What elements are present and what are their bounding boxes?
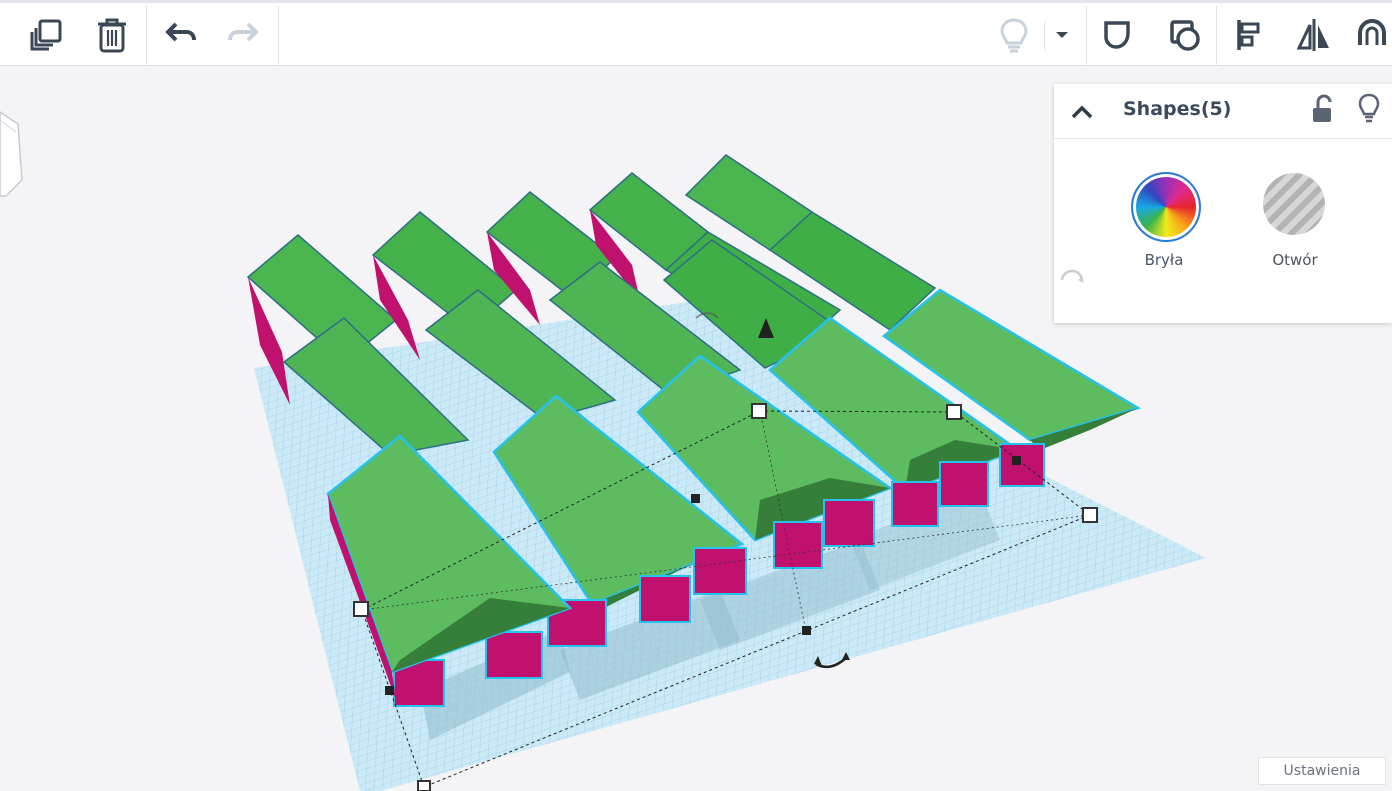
- toolbar-divider: [1086, 6, 1087, 66]
- toolbar-divider: [1216, 6, 1217, 66]
- magnet-icon[interactable]: [1352, 11, 1392, 59]
- shape-inspector-panel: Shapes(5) Bryła Otwór: [1054, 84, 1392, 323]
- unlock-icon[interactable]: [1310, 94, 1334, 126]
- chevron-down-icon[interactable]: [1040, 11, 1084, 59]
- mirror-icon[interactable]: [1290, 11, 1338, 59]
- hole-label: Otwór: [1272, 251, 1318, 269]
- settings-button[interactable]: Ustawienia: [1258, 757, 1386, 785]
- align-icon[interactable]: [1226, 11, 1274, 59]
- toolbar-divider: [278, 6, 279, 66]
- group-icon[interactable]: [1094, 11, 1142, 59]
- chevron-up-icon[interactable]: [1068, 98, 1096, 126]
- hole-swatch[interactable]: [1263, 173, 1325, 235]
- lightbulb-icon[interactable]: [990, 11, 1038, 59]
- lightbulb-icon[interactable]: [1356, 92, 1382, 126]
- solid-label: Bryła: [1144, 251, 1184, 269]
- toolbar-divider: [146, 6, 147, 66]
- undo-icon[interactable]: [156, 11, 204, 59]
- main-toolbar: [0, 0, 1392, 66]
- redo-icon[interactable]: [220, 11, 268, 59]
- panel-title: Shapes(5): [1123, 98, 1232, 120]
- view-cube[interactable]: [0, 111, 23, 197]
- panel-header: Shapes(5): [1054, 84, 1392, 139]
- ungroup-icon[interactable]: [1160, 11, 1208, 59]
- solid-swatch[interactable]: [1131, 172, 1201, 242]
- rotate-ghost-icon: [1056, 268, 1088, 298]
- trash-icon[interactable]: [88, 11, 136, 59]
- copy-icon[interactable]: [22, 11, 70, 59]
